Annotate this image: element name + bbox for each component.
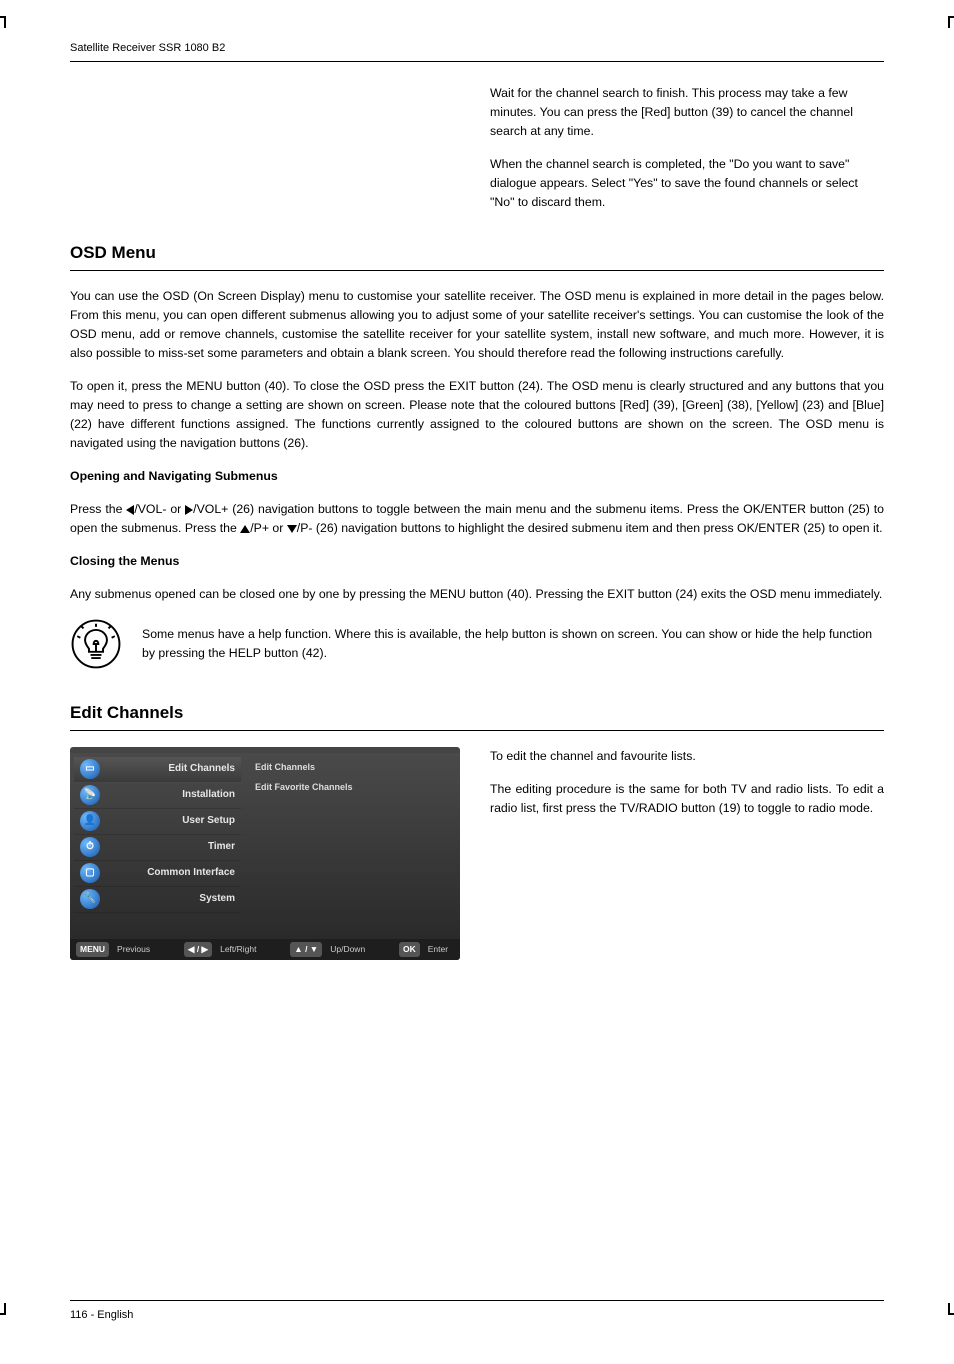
subheading-opening: Opening and Navigating Submenus (70, 467, 884, 486)
edit-channels-text: To edit the channel and favourite lists.… (490, 747, 884, 832)
crop-mark (948, 16, 954, 18)
intro-right-column: Wait for the channel search to finish. T… (490, 84, 884, 212)
paragraph: To open it, press the MENU button (40). … (70, 377, 884, 453)
ud-key: ▲ / ▼ (290, 942, 322, 957)
paragraph-opening: Press the /VOL- or /VOL+ (26) navigation… (70, 500, 884, 538)
ok-key: OK (399, 942, 420, 957)
submenu-item[interactable]: Edit Channels (255, 761, 450, 775)
card-icon: ▢ (80, 863, 100, 883)
osd-menu-content: You can use the OSD (On Screen Display) … (70, 287, 884, 671)
menu-item-timer[interactable]: ⏱ Timer (74, 835, 241, 861)
menu-item-installation[interactable]: 📡 Installation (74, 783, 241, 809)
subheading-closing: Closing the Menus (70, 552, 884, 571)
paragraph: To edit the channel and favourite lists. (490, 747, 884, 766)
crop-mark (948, 1313, 954, 1315)
paragraph: When the channel search is completed, th… (490, 155, 884, 212)
user-icon: 👤 (80, 811, 100, 831)
right-arrow-icon (185, 505, 193, 515)
osd-left-menu: ▭ Edit Channels 📡 Installation 👤 User Se… (70, 753, 245, 939)
paragraph: The editing procedure is the same for bo… (490, 780, 884, 818)
note-text: Some menus have a help function. Where t… (142, 625, 884, 663)
note-block: Some menus have a help function. Where t… (70, 618, 884, 670)
menu-item-user-setup[interactable]: 👤 User Setup (74, 809, 241, 835)
lr-key-label: Left/Right (220, 943, 256, 956)
heading-osd-menu: OSD Menu (70, 240, 884, 270)
menu-item-system[interactable]: 🔧 System (74, 887, 241, 913)
page-footer: 116 - English (70, 1300, 884, 1324)
submenu-item[interactable]: Edit Favorite Channels (255, 781, 450, 795)
page-header: Satellite Receiver SSR 1080 B2 (70, 40, 884, 62)
menu-key: MENU (76, 942, 109, 957)
ok-key-label: Enter (428, 943, 448, 956)
satellite-icon: 📡 (80, 785, 100, 805)
up-arrow-icon (240, 525, 250, 533)
menu-item-edit-channels[interactable]: ▭ Edit Channels (74, 757, 241, 783)
down-arrow-icon (287, 525, 297, 533)
lightbulb-icon (70, 618, 122, 670)
menu-key-label: Previous (117, 943, 150, 956)
crop-mark (0, 1313, 6, 1315)
osd-footer-hints: MENU Previous ◀ / ▶ Left/Right ▲ / ▼ Up/… (70, 939, 460, 960)
lr-key: ◀ / ▶ (184, 942, 212, 957)
clock-icon: ⏱ (80, 837, 100, 857)
wrench-icon: 🔧 (80, 889, 100, 909)
tv-icon: ▭ (80, 759, 100, 779)
menu-item-common-interface[interactable]: ▢ Common Interface (74, 861, 241, 887)
osd-screenshot: ▭ Edit Channels 📡 Installation 👤 User Se… (70, 747, 460, 960)
ud-key-label: Up/Down (330, 943, 365, 956)
paragraph-closing: Any submenus opened can be closed one by… (70, 585, 884, 604)
osd-right-submenu: Edit Channels Edit Favorite Channels (245, 753, 460, 939)
crop-mark (0, 16, 6, 18)
heading-edit-channels: Edit Channels (70, 700, 884, 730)
paragraph: Wait for the channel search to finish. T… (490, 84, 884, 141)
paragraph: You can use the OSD (On Screen Display) … (70, 287, 884, 363)
